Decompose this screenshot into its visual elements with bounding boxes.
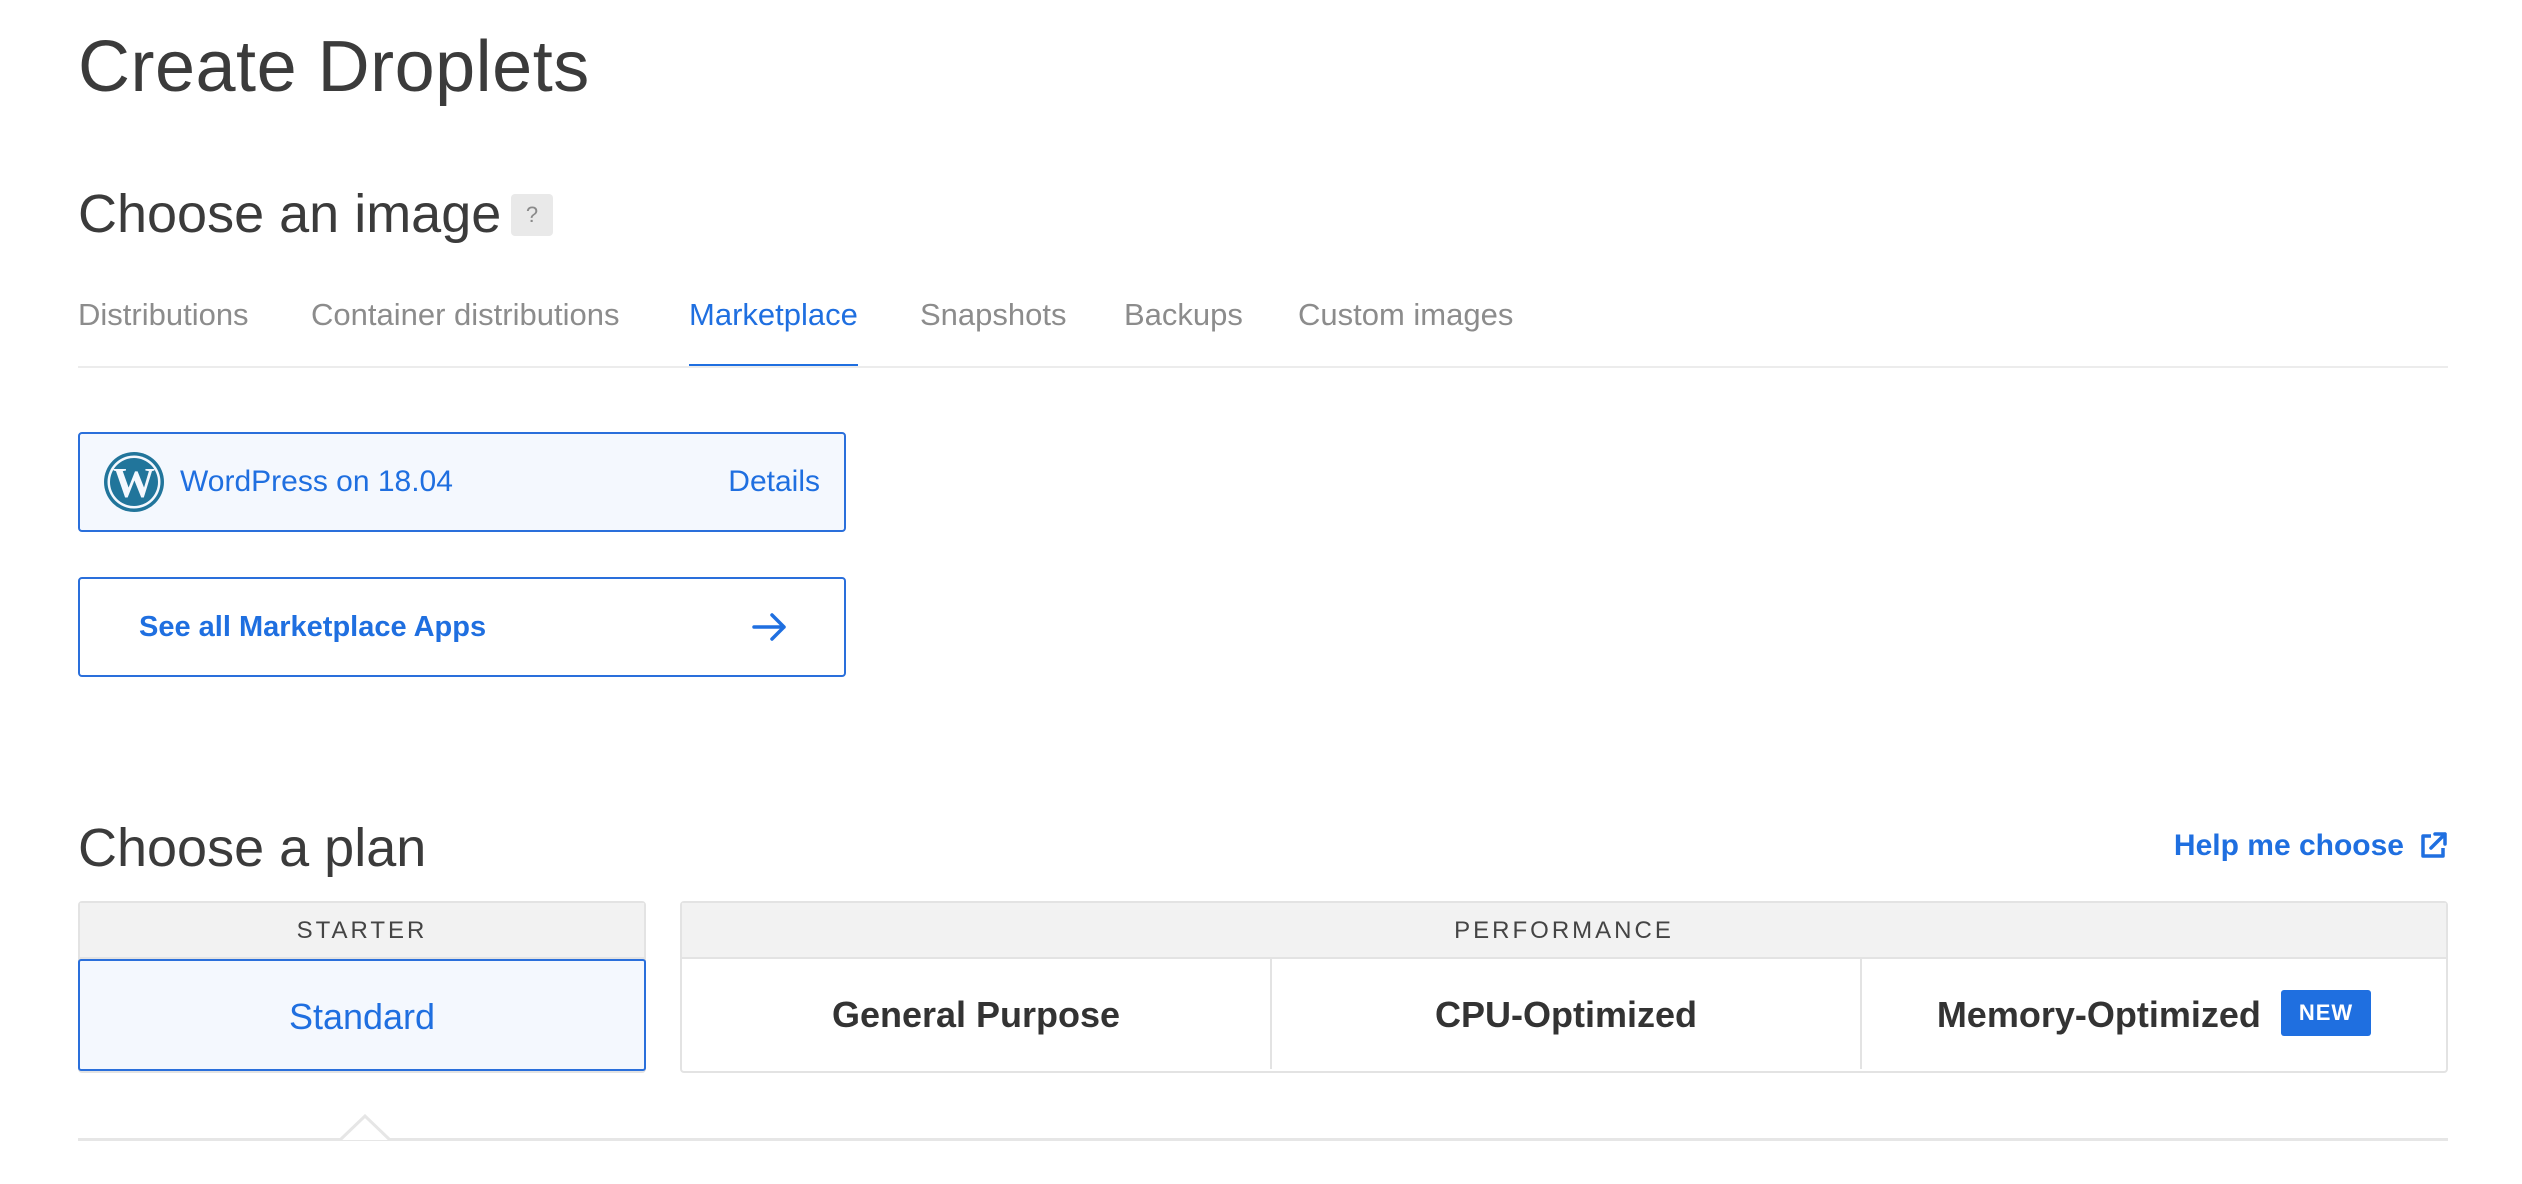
tab-snapshots[interactable]: Snapshots [920,290,1067,368]
plan-group-starter: STARTER Standard [78,901,646,1073]
app-name: WordPress on 18.04 [180,465,453,498]
tab-container-distributions[interactable]: Container distributions [311,290,619,368]
see-all-marketplace-button[interactable]: See all Marketplace Apps [78,577,846,677]
plan-tab-standard[interactable]: Standard [78,959,646,1071]
svg-text:W: W [113,461,155,507]
plan-section-title: Choose a plan [78,818,427,878]
marketplace-app-card[interactable]: W WordPress on 18.04 Details [78,432,846,532]
image-tabs: Distributions Container distributions Ma… [78,290,2448,368]
tab-backups[interactable]: Backups [1124,290,1243,368]
group-header-performance: PERFORMANCE [682,903,2446,959]
image-section-title: Choose an image [78,184,502,244]
plan-details-divider [78,1138,2448,1141]
help-badge[interactable]: ? [511,194,553,236]
group-header-starter: STARTER [80,903,644,959]
new-badge: NEW [2280,990,2372,1037]
plan-tab-cpu-optimized[interactable]: CPU-Optimized [1272,959,1860,1071]
tab-custom-images[interactable]: Custom images [1298,290,1513,368]
wordpress-logo-icon: W [104,452,164,512]
page-title: Create Droplets [78,27,590,107]
external-link-icon [2421,832,2447,858]
selection-pointer-icon [340,1114,390,1142]
plan-tab-general-purpose[interactable]: General Purpose [682,959,1270,1071]
plan-group-performance: PERFORMANCE General Purpose CPU-Optimize… [680,901,2448,1073]
tab-distributions[interactable]: Distributions [78,290,249,368]
help-me-choose-label: Help me choose [2173,829,2404,862]
arrow-right-icon [752,613,786,641]
plan-label-memory-optimized: Memory-Optimized [1936,994,2261,1035]
plan-tab-memory-optimized[interactable]: Memory-Optimized NEW [1862,959,2446,1071]
tabs-divider [78,366,2448,368]
details-link[interactable]: Details [728,434,820,530]
see-all-label: See all Marketplace Apps [139,611,487,643]
help-me-choose-link[interactable]: Help me choose [2174,826,2448,866]
tab-marketplace[interactable]: Marketplace [689,290,858,368]
